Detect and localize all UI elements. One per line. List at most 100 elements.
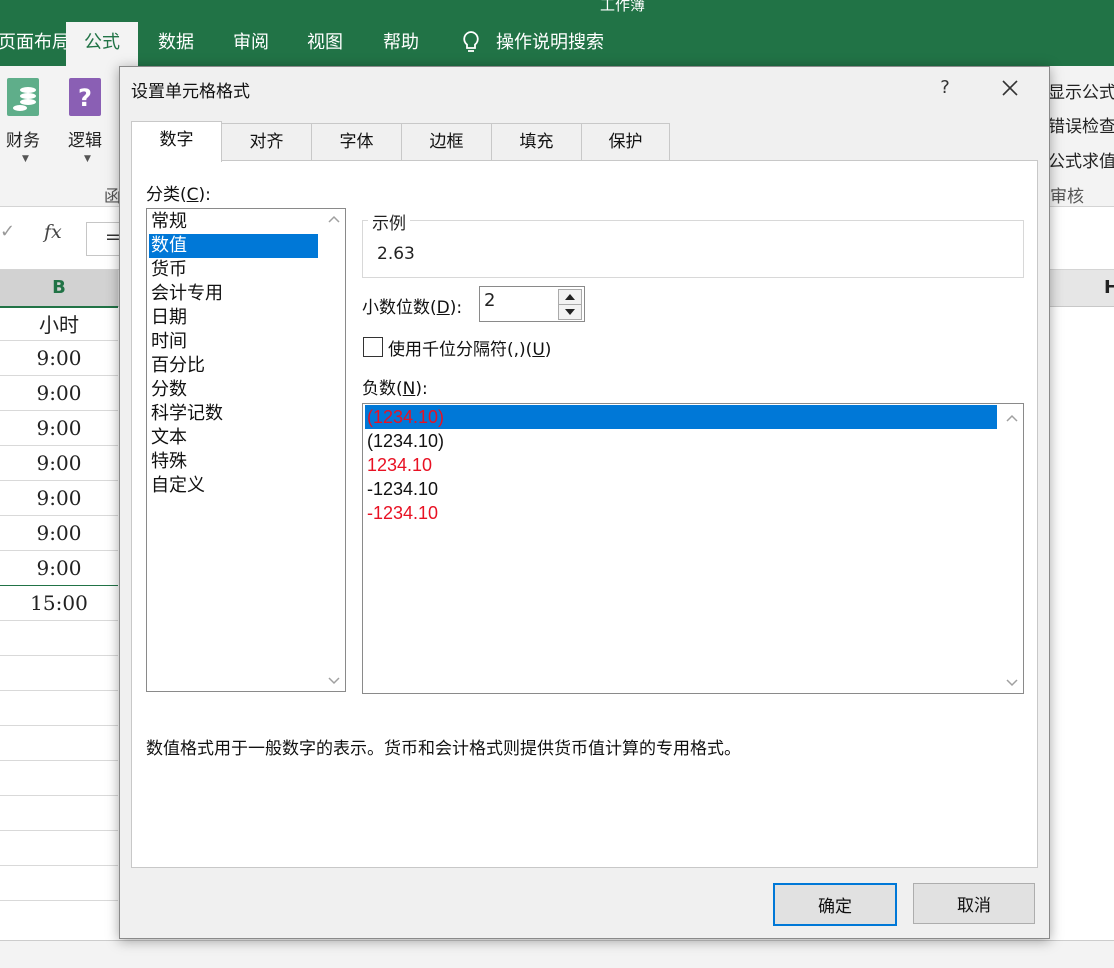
format-description: 数值格式用于一般数字的表示。货币和会计格式则提供货币值计算的专用格式。: [146, 739, 741, 759]
list-item[interactable]: 常规: [151, 210, 187, 234]
list-item[interactable]: 特殊: [151, 450, 187, 474]
tab-border[interactable]: 边框: [401, 123, 492, 160]
negative-format-text: -1234.10: [367, 479, 439, 499]
sample-groupbox: [362, 220, 1024, 278]
format-cells-dialog: 设置单元格格式 ? 数字 对齐 字体 边框 填充 保护 分类(C): 常规 数值…: [119, 66, 1050, 939]
category-scrollbar[interactable]: [323, 209, 345, 691]
lightbulb-icon: [463, 31, 479, 52]
ribbon-group-label-audit: 审核: [1050, 187, 1084, 207]
list-item[interactable]: 百分比: [151, 354, 205, 378]
sample-label: 示例: [368, 209, 410, 234]
window-title: 工作簿: [600, 0, 646, 14]
list-item[interactable]: -1234.10: [367, 501, 438, 525]
dropdown-arrow-icon: ▼: [22, 154, 29, 164]
tell-me-search[interactable]: 操作说明搜索: [460, 22, 604, 66]
tab-font[interactable]: 字体: [311, 123, 402, 160]
tab-alignment[interactable]: 对齐: [221, 123, 312, 160]
list-item[interactable]: 日期: [151, 306, 187, 330]
spin-up-icon[interactable]: [558, 289, 582, 305]
grid-line: [0, 655, 118, 656]
tab-protection[interactable]: 保护: [581, 123, 670, 160]
negative-numbers-label: 负数(N):: [362, 379, 428, 399]
thousand-separator-label[interactable]: 使用千位分隔符(,)(U): [388, 335, 551, 360]
spin-down-icon[interactable]: [558, 304, 582, 320]
thousand-separator-checkbox[interactable]: [363, 337, 383, 357]
scroll-down-icon[interactable]: [1001, 673, 1023, 693]
list-item-selected[interactable]: (1234.10): [365, 405, 997, 429]
negative-numbers-list[interactable]: (1234.10) (1234.10) 1234.10 -1234.10 -12…: [362, 403, 1024, 694]
tab-help[interactable]: 帮助: [383, 22, 419, 66]
question-book-icon[interactable]: ?: [68, 76, 104, 118]
grid-line: [0, 760, 118, 761]
category-list[interactable]: 常规 数值 货币 会计专用 日期 时间 百分比 分数 科学记数 文本 特殊 自定…: [146, 208, 346, 692]
error-checking-button[interactable]: 错误检查: [1048, 112, 1114, 137]
list-item[interactable]: 会计专用: [151, 282, 223, 306]
list-item[interactable]: 分数: [151, 378, 187, 402]
tab-review[interactable]: 审阅: [233, 22, 269, 66]
category-label: 分类(C):: [146, 185, 211, 205]
list-item[interactable]: 自定义: [151, 474, 205, 498]
list-item[interactable]: 时间: [151, 330, 187, 354]
cell[interactable]: 9:00: [0, 551, 118, 586]
cell[interactable]: 9:00: [0, 376, 118, 411]
logical-button-label[interactable]: 逻辑: [68, 126, 102, 151]
list-item[interactable]: 科学记数: [151, 402, 223, 426]
list-item[interactable]: 文本: [151, 426, 187, 450]
show-formulas-button[interactable]: 显示公式: [1048, 78, 1114, 103]
scroll-up-icon[interactable]: [1001, 408, 1023, 428]
tab-panel-number: 分类(C): 常规 数值 货币 会计专用 日期 时间 百分比 分数 科学记数 文…: [131, 160, 1038, 868]
grid-line: [0, 725, 118, 726]
tell-me-label: 操作说明搜索: [496, 32, 604, 53]
decimal-places-stepper[interactable]: 2: [479, 286, 585, 322]
dialog-tabs: 数字 对齐 字体 边框 填充 保护: [131, 121, 1036, 162]
negative-scrollbar[interactable]: [1001, 404, 1023, 693]
list-item-selected[interactable]: 数值: [149, 234, 318, 258]
tab-view[interactable]: 视图: [307, 22, 343, 66]
ribbon-tab-bar: 页面布局 公式 数据 审阅 视图 帮助 操作说明搜索: [0, 22, 1114, 66]
cell[interactable]: 9:00: [0, 411, 118, 446]
cell[interactable]: 9:00: [0, 516, 118, 551]
close-icon: [1002, 80, 1018, 96]
column-header-h[interactable]: H: [1104, 270, 1114, 306]
evaluate-formula-button[interactable]: 公式求值: [1048, 147, 1114, 172]
cell[interactable]: 15:00: [0, 586, 118, 621]
list-item[interactable]: -1234.10: [367, 477, 438, 501]
grid-line: [0, 795, 118, 796]
financial-button-label[interactable]: 财务: [6, 126, 40, 151]
grid-line: [0, 830, 118, 831]
decimal-places-label: 小数位数(D):: [362, 298, 463, 318]
coins-book-icon[interactable]: [6, 76, 42, 118]
tab-data[interactable]: 数据: [158, 22, 194, 66]
sheet-bottom-bar: [0, 940, 1114, 968]
tab-formulas[interactable]: 公式: [66, 22, 138, 66]
scroll-down-icon[interactable]: [323, 671, 345, 691]
grid-line: [0, 900, 118, 901]
scroll-up-icon[interactable]: [323, 209, 345, 229]
dropdown-arrow-icon: ▼: [84, 154, 91, 164]
cell[interactable]: 9:00: [0, 341, 118, 376]
cancel-button[interactable]: 取消: [913, 883, 1035, 924]
negative-format-text: (1234.10): [367, 431, 445, 451]
tab-page-layout[interactable]: 页面布局: [0, 22, 70, 66]
cancel-entry-icon[interactable]: ✓: [0, 221, 15, 242]
sample-value: 2.63: [377, 244, 415, 264]
close-button[interactable]: [990, 71, 1030, 105]
grid-line: [0, 690, 118, 691]
list-item[interactable]: (1234.10): [367, 429, 444, 453]
cell[interactable]: 9:00: [0, 481, 118, 516]
tab-fill[interactable]: 填充: [491, 123, 582, 160]
svg-text:?: ?: [78, 84, 92, 112]
help-button[interactable]: ?: [930, 73, 960, 103]
dialog-title: 设置单元格格式: [131, 82, 250, 102]
ok-button[interactable]: 确定: [773, 883, 897, 926]
column-header-b[interactable]: B: [0, 270, 118, 308]
tab-number[interactable]: 数字: [131, 121, 222, 162]
insert-function-icon[interactable]: fx: [44, 221, 62, 243]
negative-format-text: 1234.10: [367, 455, 433, 475]
negative-format-text: -1234.10: [367, 503, 439, 523]
list-item[interactable]: 1234.10: [367, 453, 432, 477]
list-item[interactable]: 货币: [151, 258, 187, 282]
decimal-places-value: 2: [484, 290, 496, 311]
cell[interactable]: 9:00: [0, 446, 118, 481]
cell[interactable]: 小时: [0, 306, 118, 341]
